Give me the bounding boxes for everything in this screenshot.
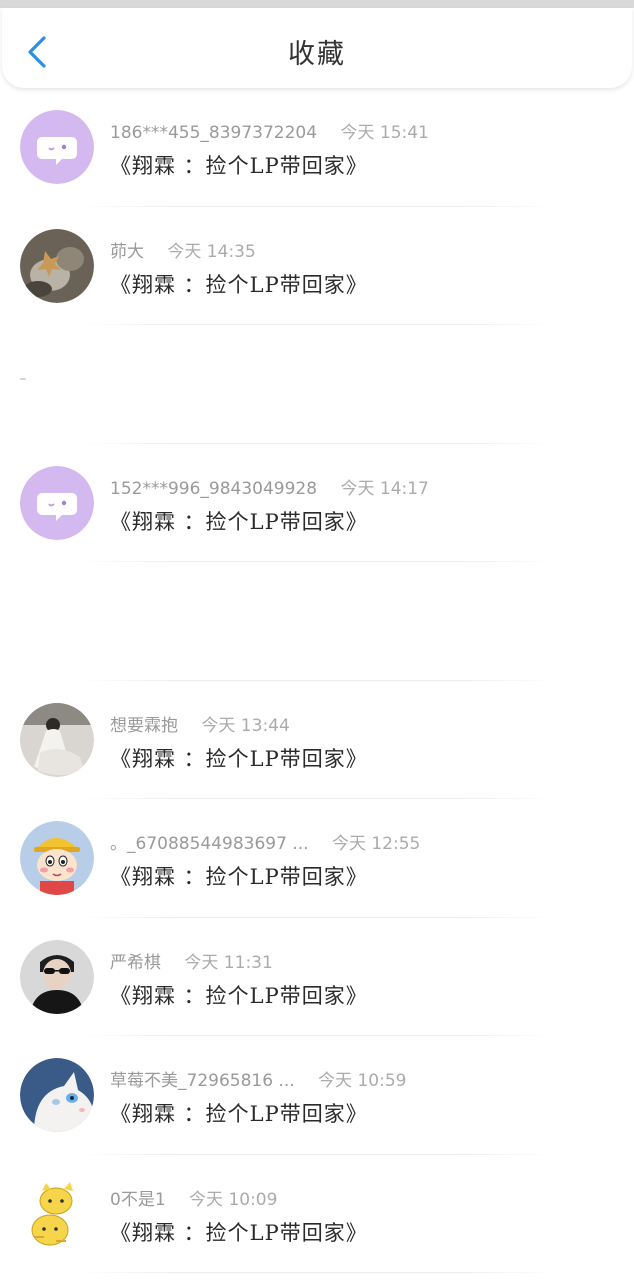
avatar[interactable] [20,939,94,1014]
empty-list-item [0,325,634,444]
timestamp: 今天 12:55 [331,834,421,854]
message-text: 《翔霖 ：捡个LP带回家》 [110,509,368,534]
list-item[interactable]: 186***455_8397372204 今天 15:41 《翔霖 ：捡个LP带… [0,88,634,207]
user-name: 草莓不美_72965816 ... [110,1071,295,1091]
cartoon-avatar-image [20,1176,94,1251]
timestamp: 今天 11:31 [184,952,273,973]
timestamp: 今天 14:35 [167,241,256,262]
empty-list-item [0,562,634,681]
photo-avatar-image [20,228,94,303]
avatar[interactable] [20,110,94,184]
avatar[interactable] [20,702,94,777]
chat-bubble-icon [20,465,94,540]
favorites-list: 186***455_8397372204 今天 15:41 《翔霖 ：捡个LP带… [0,88,634,1273]
user-name: 严希棋 [110,952,161,973]
avatar[interactable] [20,228,94,303]
timestamp: 今天 10:09 [189,1189,278,1210]
message-text: 《翔霖 ：捡个LP带回家》 [110,865,368,889]
user-name: 0不是1 [110,1189,166,1210]
message-text: 《翔霖 ：捡个LP带回家》 [110,746,368,771]
user-name: 186***455_8397372204 [110,123,318,143]
cat-avatar-image [20,1058,94,1132]
message-text: 《翔霖 ：捡个LP带回家》 [110,272,368,297]
user-name: 152***996_9843049928 [110,478,318,499]
user-name: 。_67088544983697 ... [110,834,309,854]
avatar[interactable] [20,821,94,895]
list-item[interactable]: 茆大 今天 14:35 《翔霖 ：捡个LP带回家》 [0,207,634,326]
timestamp: 今天 13:44 [201,715,290,736]
nav-header: 收藏 [2,8,632,88]
cartoon-avatar-image [20,821,94,895]
list-item[interactable]: 152***996_9843049928 今天 14:17 《翔霖 ：捡个LP带… [0,444,634,563]
message-text: 《翔霖 ：捡个LP带回家》 [110,1220,368,1245]
list-item[interactable]: 。_67088544983697 ... 今天 12:55 《翔霖 ：捡个LP带… [0,799,634,918]
list-item[interactable]: 草莓不美_72965816 ... 今天 10:59 《翔霖 ：捡个LP带回家》 [0,1036,634,1155]
message-text: 《翔霖 ：捡个LP带回家》 [110,154,368,178]
user-name: 想要霖抱 [110,715,178,736]
message-text: 《翔霖 ：捡个LP带回家》 [110,1102,368,1126]
avatar[interactable] [20,465,94,540]
avatar[interactable] [20,1176,94,1251]
timestamp: 今天 15:41 [340,123,429,143]
chat-bubble-icon [20,110,94,184]
user-name: 茆大 [110,241,144,262]
photo-avatar-image [20,702,94,777]
timestamp: 今天 14:17 [340,478,429,499]
page-title: 收藏 [288,39,346,70]
timestamp: 今天 10:59 [318,1071,407,1091]
status-bar [0,0,634,8]
photo-avatar-image [20,939,94,1014]
message-text: 《翔霖 ：捡个LP带回家》 [110,983,368,1008]
list-item[interactable]: 想要霖抱 今天 13:44 《翔霖 ：捡个LP带回家》 [0,681,634,800]
avatar[interactable] [20,1058,94,1132]
speck [20,378,26,380]
list-item[interactable]: 严希棋 今天 11:31 《翔霖 ：捡个LP带回家》 [0,918,634,1037]
list-item[interactable]: 0不是1 今天 10:09 《翔霖 ：捡个LP带回家》 [0,1155,634,1274]
